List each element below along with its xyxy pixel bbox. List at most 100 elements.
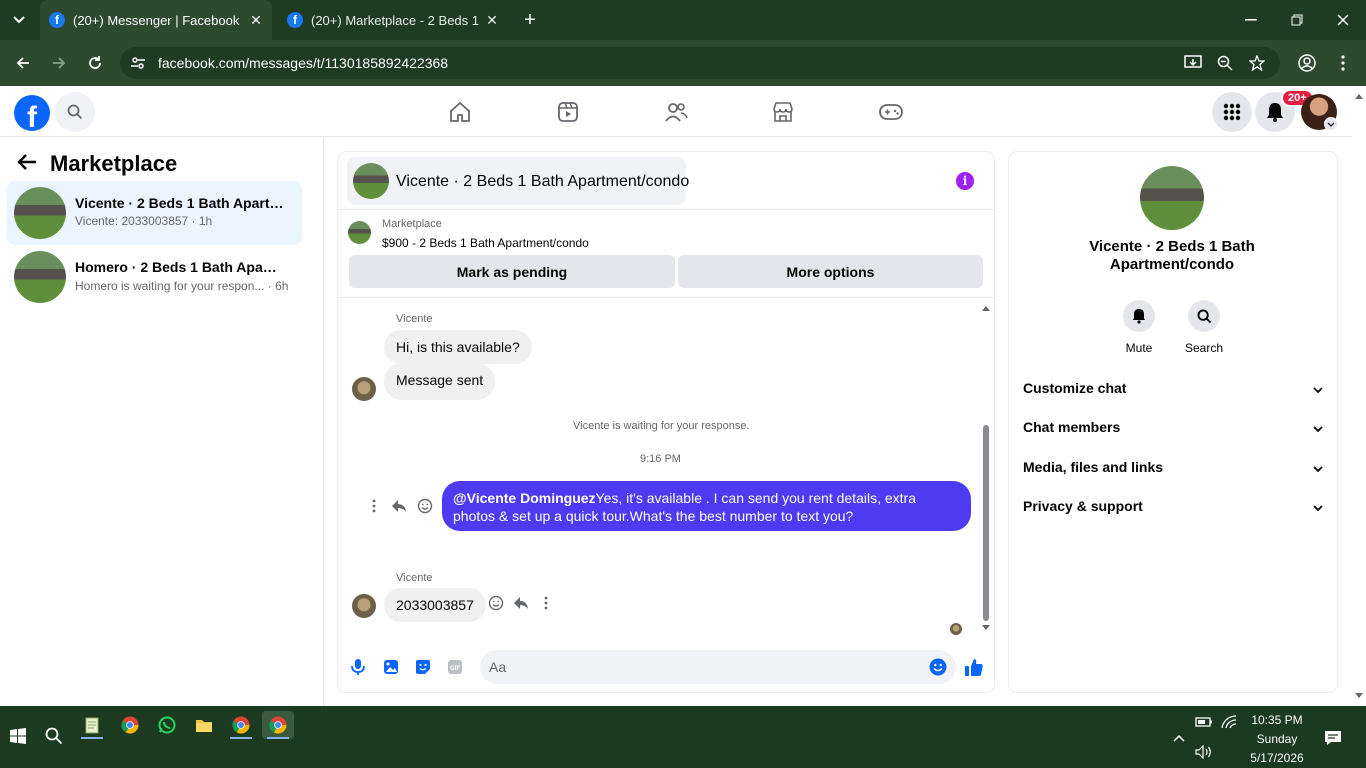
marketplace-icon[interactable]	[763, 97, 803, 127]
sent-message-bubble[interactable]: @Vicente DominguezYes, it's available . …	[442, 481, 971, 531]
facebook-favicon-icon: f	[287, 12, 303, 28]
listing-thumbnail	[14, 251, 66, 303]
zoom-icon[interactable]	[1212, 50, 1238, 76]
customize-chat-section[interactable]: Customize chat	[1023, 376, 1323, 400]
page-scrollbar[interactable]	[1352, 87, 1366, 706]
sticker-icon[interactable]	[412, 656, 434, 678]
media-files-links-section[interactable]: Media, files and links	[1023, 455, 1323, 479]
volume-icon[interactable]	[1188, 738, 1220, 766]
action-center-icon[interactable]	[1317, 724, 1349, 752]
facebook-logo-letter: f	[27, 101, 37, 132]
more-options-button[interactable]: More options	[678, 255, 983, 288]
install-app-icon[interactable]	[1180, 50, 1206, 76]
running-indicator	[267, 737, 289, 739]
friends-icon[interactable]	[656, 97, 696, 127]
search-label: Search	[1184, 341, 1224, 355]
section-label: Customize chat	[1023, 380, 1127, 396]
more-actions-icon[interactable]	[536, 593, 556, 613]
chevron-down-icon	[1313, 419, 1323, 435]
site-settings-icon[interactable]	[130, 55, 146, 74]
profile-icon[interactable]	[1294, 50, 1320, 76]
wifi-icon[interactable]	[1213, 708, 1245, 736]
chrome-active-app-icon[interactable]	[262, 711, 294, 739]
reply-icon[interactable]	[389, 496, 409, 516]
system-clock[interactable]: 10:35 PM Sunday 5/17/2026	[1244, 711, 1310, 768]
emoji-icon[interactable]	[927, 656, 949, 678]
bell-icon	[1123, 300, 1155, 332]
file-explorer-icon[interactable]	[188, 711, 220, 739]
tab-title: (20+) Marketplace - 2 Beds 1 Bath	[311, 12, 482, 28]
forward-button[interactable]	[46, 50, 72, 76]
tab-title: (20+) Messenger | Facebook	[73, 12, 240, 28]
minimize-button[interactable]	[1228, 0, 1274, 40]
conversation-name: Vicente · 2 Beds 1 Bath Apartment/condo	[75, 195, 290, 211]
menu-grid-button[interactable]	[1212, 92, 1252, 132]
panel-title: Marketplace	[50, 151, 178, 176]
microphone-icon[interactable]	[347, 656, 369, 678]
clock-date: 5/17/2026	[1250, 751, 1304, 765]
account-chevron-icon[interactable]	[1324, 117, 1338, 131]
sender-avatar[interactable]	[352, 377, 376, 401]
reload-button[interactable]	[82, 50, 108, 76]
restore-button[interactable]	[1274, 0, 1320, 40]
gif-icon[interactable]: GIF	[444, 656, 466, 678]
chrome-app-icon[interactable]	[114, 711, 146, 739]
message-input[interactable]	[480, 650, 956, 684]
sender-avatar[interactable]	[352, 594, 376, 618]
mark-as-pending-button[interactable]: Mark as pending	[349, 255, 675, 288]
chevron-down-icon	[1313, 380, 1323, 396]
tab-messenger[interactable]: f (20+) Messenger | Facebook ✕	[40, 0, 272, 40]
listing-thumbnail	[348, 221, 371, 244]
message-bubble[interactable]: Hi, is this available?	[384, 330, 532, 364]
mention[interactable]: @Vicente Dominguez	[453, 490, 596, 506]
search-taskbar-icon[interactable]	[38, 722, 70, 750]
browser-menu-icon[interactable]	[1330, 50, 1356, 76]
whatsapp-app-icon[interactable]	[151, 711, 183, 739]
chat-avatar	[353, 163, 389, 199]
message-bubble[interactable]: Message sent	[384, 363, 496, 400]
bookmark-star-icon[interactable]	[1244, 50, 1270, 76]
url-text: facebook.com/messages/t/1130185892422368	[158, 55, 449, 71]
chat-scrollbar[interactable]	[982, 305, 990, 631]
tab-list-chevron-icon[interactable]	[0, 0, 38, 40]
privacy-support-section[interactable]: Privacy & support	[1023, 494, 1323, 518]
notepad-app-icon[interactable]	[76, 711, 108, 739]
tab-marketplace[interactable]: f (20+) Marketplace - 2 Beds 1 Bath ✕	[278, 0, 508, 40]
like-thumbs-up-icon[interactable]	[963, 656, 985, 678]
close-tab-icon[interactable]: ✕	[482, 10, 502, 30]
react-emoji-icon[interactable]	[486, 593, 506, 613]
gaming-icon[interactable]	[871, 97, 911, 127]
home-icon[interactable]	[440, 97, 480, 127]
video-icon[interactable]	[548, 97, 588, 127]
more-actions-icon[interactable]	[364, 496, 384, 516]
conversation-preview: Vicente: 2033003857 · 1h	[75, 214, 213, 228]
facebook-logo[interactable]: f	[14, 95, 50, 131]
chat-members-section[interactable]: Chat members	[1023, 415, 1323, 439]
mute-button[interactable]: Mute	[1109, 300, 1169, 355]
listing-image[interactable]	[1140, 166, 1204, 230]
scrollbar-thumb[interactable]	[983, 425, 989, 621]
divider	[338, 297, 994, 298]
info-icon[interactable]: i	[956, 172, 974, 190]
marketplace-label: Marketplace	[382, 218, 442, 230]
listing-price[interactable]: $900 - 2 Beds 1 Bath Apartment/condo	[382, 236, 589, 250]
message-bubble[interactable]: 2033003857	[384, 588, 486, 622]
new-tab-button[interactable]: +	[518, 8, 542, 32]
back-arrow-icon[interactable]	[16, 151, 40, 175]
back-button[interactable]	[10, 50, 36, 76]
search-button[interactable]	[55, 92, 95, 132]
close-window-button[interactable]	[1320, 0, 1366, 40]
photo-icon[interactable]	[380, 656, 402, 678]
reply-icon[interactable]	[511, 593, 531, 613]
close-tab-icon[interactable]: ✕	[246, 10, 266, 30]
menu-grid-icon	[1223, 103, 1241, 121]
sender-name: Vicente	[396, 313, 433, 325]
windows-start-icon[interactable]	[2, 722, 34, 750]
section-label: Media, files and links	[1023, 459, 1164, 475]
browser-tab-strip: f (20+) Messenger | Facebook ✕ f (20+) M…	[0, 0, 1366, 40]
chrome-app-icon[interactable]	[225, 711, 257, 739]
react-emoji-icon[interactable]	[415, 496, 435, 516]
search-in-chat-button[interactable]: Search	[1174, 300, 1234, 355]
chat-title: Vicente · 2 Beds 1 Bath Apartment/condo	[396, 173, 690, 190]
facebook-favicon-icon: f	[49, 12, 65, 28]
